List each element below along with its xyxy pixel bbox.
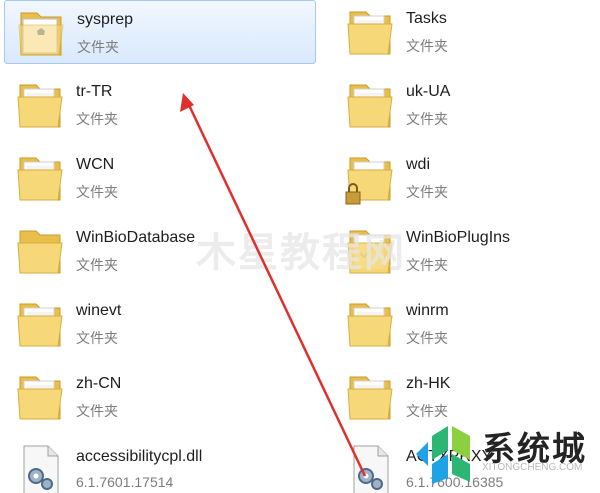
item-type: 文件夹: [76, 330, 118, 346]
item-name: accessibilitycpl.dll: [76, 448, 203, 465]
item-type: 6.1.7601.17514: [76, 474, 174, 490]
item-type: 文件夹: [77, 39, 119, 55]
item-type: 文件夹: [76, 257, 118, 273]
item-type: 文件夹: [406, 111, 448, 127]
item-uk-ua[interactable]: uk-UA 文件夹: [334, 73, 600, 137]
item-sysprep[interactable]: sysprep 文件夹: [4, 0, 316, 64]
item-wcn[interactable]: WCN 文件夹: [4, 146, 316, 210]
item-type: 文件夹: [406, 330, 448, 346]
dll-file-icon: [353, 445, 389, 493]
item-name: WCN: [76, 156, 115, 173]
logo-mark-icon: [416, 426, 470, 484]
item-zh-cn[interactable]: zh-CN 文件夹: [4, 365, 316, 429]
folder-doc-icon: [18, 12, 64, 56]
item-tasks[interactable]: Tasks 文件夹: [334, 0, 600, 64]
item-type: 文件夹: [76, 111, 118, 127]
item-winbioplugins[interactable]: WinBioPlugIns 文件夹: [334, 219, 600, 283]
folder-icon: [347, 376, 393, 420]
item-type: 文件夹: [406, 257, 448, 273]
item-name: WinBioPlugIns: [406, 229, 511, 246]
folder-icon: [17, 84, 63, 128]
item-name: Tasks: [406, 10, 447, 27]
item-type: 文件夹: [406, 38, 448, 54]
item-name: winevt: [76, 302, 122, 319]
item-name: sysprep: [77, 11, 134, 28]
item-name: zh-HK: [406, 375, 451, 392]
item-type: 文件夹: [76, 184, 118, 200]
item-tr-tr[interactable]: tr-TR 文件夹: [4, 73, 316, 137]
file-list-view: sysprep 文件夹 Tasks 文件夹 tr-TR 文件夹 uk-UA 文件…: [0, 0, 600, 493]
folder-icon: [347, 84, 393, 128]
item-winevt[interactable]: winevt 文件夹: [4, 292, 316, 356]
item-winrm[interactable]: winrm 文件夹: [334, 292, 600, 356]
folder-icon: [17, 376, 63, 420]
item-type: 文件夹: [76, 403, 118, 419]
folder-lock-icon: [345, 157, 393, 205]
site-logo: 系统城 XITONGCHENG.COM: [408, 416, 600, 488]
item-wdi[interactable]: wdi 文件夹: [334, 146, 600, 210]
logo-subtext: XITONGCHENG.COM: [482, 462, 583, 473]
folder-icon: [347, 11, 393, 55]
item-name: tr-TR: [76, 83, 113, 100]
item-winbiodatabase[interactable]: WinBioDatabase 文件夹: [4, 219, 316, 283]
folder-icon: [347, 303, 393, 347]
item-accessibilitycpl-dll[interactable]: accessibilitycpl.dll 6.1.7601.17514: [4, 438, 316, 493]
item-name: winrm: [406, 302, 449, 319]
dll-file-icon: [23, 445, 59, 493]
item-name: wdi: [406, 156, 431, 173]
item-type: 文件夹: [406, 184, 448, 200]
folder-icon: [17, 230, 63, 274]
folder-icon: [17, 157, 63, 201]
folder-icon: [347, 230, 393, 274]
item-name: WinBioDatabase: [76, 229, 196, 246]
item-name: uk-UA: [406, 83, 451, 100]
item-name: zh-CN: [76, 375, 122, 392]
folder-icon: [17, 303, 63, 347]
